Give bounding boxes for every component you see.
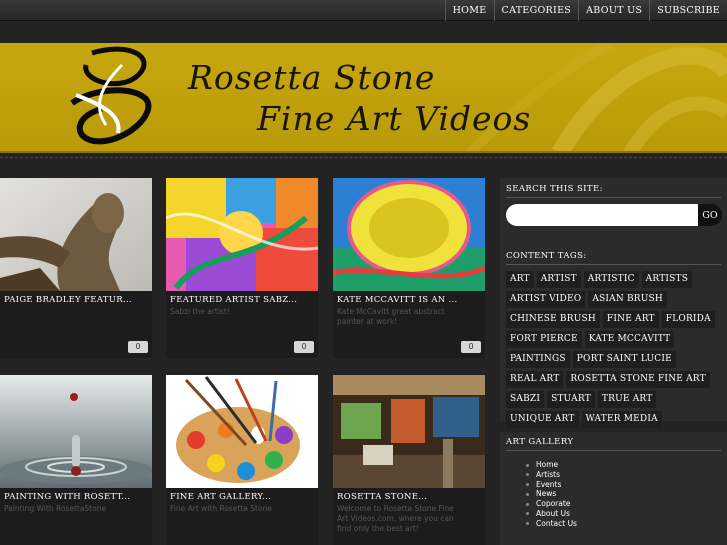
tag-link[interactable]: CHINESE BRUSH	[506, 311, 600, 328]
gallery-link[interactable]: Events	[526, 480, 577, 490]
post-thumbnail[interactable]	[166, 178, 318, 291]
post-thumbnail[interactable]	[333, 178, 485, 291]
sidebar-widget-art-gallery: ART GALLERY Home Artists Events News Coporat…	[500, 432, 727, 545]
tag-link[interactable]: WATER MEDIA	[581, 411, 662, 428]
tag-link[interactable]: ARTIST	[536, 271, 581, 288]
tag-link[interactable]: FLORIDA	[661, 311, 715, 328]
tag-link[interactable]: KATE MCCAVITT	[584, 331, 675, 348]
tag-link[interactable]: ROSETTA STONE FINE ART	[566, 371, 710, 388]
tag-link[interactable]: ART	[506, 271, 534, 288]
nav-home[interactable]: HOME	[444, 0, 494, 21]
tag-link[interactable]: FORT PIERCE	[506, 331, 582, 348]
tag-link[interactable]: SABZI	[506, 391, 545, 408]
post-excerpt: Sabzi the artist!	[170, 307, 230, 316]
comment-count[interactable]: 0	[294, 341, 314, 353]
tag-link[interactable]: ARTISTS	[641, 271, 693, 288]
tag-link[interactable]: ASIAN BRUSH	[588, 291, 667, 308]
gallery-link[interactable]: About Us	[526, 509, 577, 519]
tag-link[interactable]: ARTIST VIDEO	[506, 291, 586, 308]
post-card[interactable]: PAIGE BRADLEY FEATUR... 0	[0, 178, 152, 358]
comment-count[interactable]: 0	[461, 341, 481, 353]
post-title[interactable]: PAIGE BRADLEY FEATUR...	[4, 295, 150, 305]
divider	[506, 264, 721, 265]
site-title-line1: Rosetta Stone	[188, 58, 436, 97]
post-card[interactable]: KATE MCCAVITT IS AN ... Kate McCavitt gr…	[333, 178, 485, 358]
gallery-link[interactable]: News	[526, 489, 577, 499]
top-navigation: HOME CATEGORIES ABOUT US SUBSCRIBE	[444, 0, 727, 21]
tag-link[interactable]: STUART	[547, 391, 595, 408]
top-bar: HOME CATEGORIES ABOUT US SUBSCRIBE	[0, 0, 727, 21]
tag-link[interactable]: PAINTINGS	[506, 351, 570, 368]
tag-link[interactable]: FINE ART	[602, 311, 659, 328]
gallery-link[interactable]: Home	[526, 460, 577, 470]
post-title[interactable]: KATE MCCAVITT IS AN ...	[337, 295, 483, 305]
gallery-link[interactable]: Coporate	[526, 499, 577, 509]
post-card[interactable]: PAINTING WITH ROSETT... Painting With Ro…	[0, 375, 152, 545]
tag-cloud: ART ARTIST ARTISTIC ARTISTS ARTIST VIDEO ASIA…	[506, 271, 724, 431]
post-excerpt: Kate McCavitt great abstract painter at …	[337, 307, 445, 326]
post-excerpt: Fine Art with Rosetta Stone	[170, 504, 272, 513]
gallery-widget-title: ART GALLERY	[506, 437, 574, 447]
nav-subscribe[interactable]: SUBSCRIBE	[649, 0, 727, 21]
divider	[506, 450, 721, 451]
post-thumbnail[interactable]	[0, 375, 152, 488]
gallery-link[interactable]: Contact Us	[526, 519, 577, 529]
post-excerpt: Welcome to Rosetta Stone Fine Art Videos…	[337, 504, 454, 533]
post-thumbnail[interactable]	[166, 375, 318, 488]
post-thumbnail[interactable]	[333, 375, 485, 488]
post-title[interactable]: ROSETTA STONE...	[337, 492, 483, 502]
post-title[interactable]: FEATURED ARTIST SABZ...	[170, 295, 316, 305]
divider	[506, 197, 721, 198]
tag-link[interactable]: REAL ART	[506, 371, 564, 388]
post-title[interactable]: FINE ART GALLERY...	[170, 492, 316, 502]
divider	[0, 157, 727, 158]
logo-icon	[70, 46, 152, 145]
post-title[interactable]: PAINTING WITH ROSETT...	[4, 492, 150, 502]
post-card[interactable]: FINE ART GALLERY... Fine Art with Rosett…	[166, 375, 318, 545]
site-title-line2: Fine Art Videos	[257, 99, 532, 138]
post-card[interactable]: FEATURED ARTIST SABZ... Sabzi the artist…	[166, 178, 318, 358]
tag-link[interactable]: ARTISTIC	[583, 271, 639, 288]
nav-categories[interactable]: CATEGORIES	[493, 0, 579, 21]
search-go-button[interactable]: GO	[698, 204, 722, 226]
post-excerpt: Painting With RosettaStone	[4, 504, 107, 513]
post-thumbnail[interactable]	[0, 178, 152, 291]
tags-widget-title: CONTENT TAGS:	[506, 251, 587, 261]
tag-link[interactable]: PORT SAINT LUCIE	[572, 351, 676, 368]
site-banner[interactable]: Rosetta Stone Fine Art Videos	[0, 43, 727, 153]
nav-about-us[interactable]: ABOUT US	[578, 0, 649, 21]
post-card[interactable]: ROSETTA STONE... Welcome to Rosetta Ston…	[333, 375, 485, 545]
tag-link[interactable]: TRUE ART	[597, 391, 657, 408]
comment-count[interactable]: 0	[128, 341, 148, 353]
search-input[interactable]	[506, 204, 702, 226]
tag-link[interactable]: UNIQUE ART	[506, 411, 579, 428]
gallery-links: Home Artists Events News Coporate About Us Con…	[526, 460, 577, 529]
gallery-link[interactable]: Artists	[526, 470, 577, 480]
search-widget-title: SEARCH THIS SITE:	[506, 184, 603, 194]
sidebar-widget-search-tags: SEARCH THIS SITE: GO CONTENT TAGS: ART AR…	[500, 178, 727, 428]
